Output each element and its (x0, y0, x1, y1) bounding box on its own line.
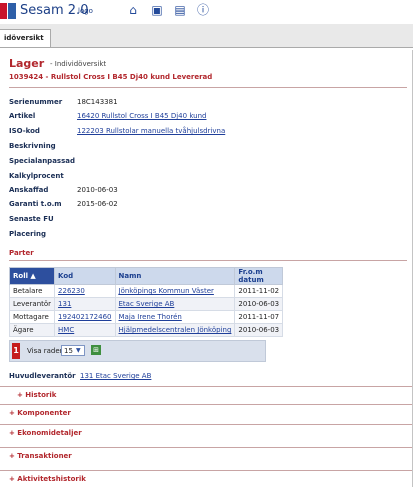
card-icon[interactable]: ▣ (150, 3, 164, 17)
field-label-iso-kod: ISO-kod (9, 127, 40, 135)
iso-kod-link[interactable]: 122203 Rullstolar manuella tvåhjulsdrivn… (77, 127, 225, 135)
app-logo-icon (0, 3, 16, 19)
export-excel-icon[interactable]: ⊞ (91, 345, 101, 355)
field-label-specialanpassad: Specialanpassad (9, 157, 75, 165)
parter-table: Roll ▲ Kod Namn Fr.o.m datum Betalare 22… (8, 267, 284, 337)
field-label-artikel: Artikel (9, 112, 36, 120)
field-label-placering: Placering (9, 230, 46, 238)
artikel-link[interactable]: 16420 Rullstol Cross I B45 Dj40 kund (77, 112, 206, 120)
logo-text: logo (78, 7, 93, 15)
column-header-namn[interactable]: Namn (114, 267, 236, 285)
cell-kod-link[interactable]: HMC (58, 326, 74, 334)
cell-roll: Mottagare (8, 310, 56, 324)
rows-per-page-select[interactable]: 15 ▼ (61, 345, 85, 356)
cell-namn-link[interactable]: Hjälpmedelscentralen Jönköping (119, 326, 232, 334)
column-header-roll[interactable]: Roll ▲ (8, 267, 56, 285)
cell-kod-link[interactable]: 226230 (58, 287, 85, 295)
field-label-senaste-fu: Senaste FU (9, 215, 54, 223)
field-label-anskaffad: Anskaffad (9, 186, 49, 194)
monitor-icon[interactable]: ▤ (173, 3, 187, 17)
table-row: Ägare HMC Hjälpmedelscentralen Jönköping… (8, 323, 284, 337)
section-transaktioner[interactable]: + Transaktioner (0, 447, 412, 463)
cell-datum: 2010-06-03 (234, 323, 284, 337)
section-aktivitetshistorik[interactable]: + Aktivitetshistorik (0, 470, 412, 487)
parter-heading: Parter (9, 249, 34, 257)
cell-kod-link[interactable]: 131 (58, 300, 71, 308)
page-subtitle: - Individöversikt (50, 60, 107, 68)
home-icon[interactable]: ⌂ (126, 3, 140, 17)
huvudleverantor-link[interactable]: 131 Etac Sverige AB (80, 372, 151, 380)
column-header-datum[interactable]: Fr.o.m datum (234, 267, 284, 285)
field-label-kalkylprocent: Kalkylprocent (9, 172, 64, 180)
page-number[interactable]: 1 (12, 343, 20, 359)
table-row: Betalare 226230 Jönköpings Kommun Väster… (8, 284, 284, 298)
field-label-garanti: Garanti t.o.m (9, 200, 62, 208)
table-row: Mottagare 192402172460 Maja Irene Thorén… (8, 310, 284, 324)
chevron-down-icon: ▼ (76, 347, 81, 354)
cell-kod-link[interactable]: 192402172460 (58, 313, 111, 321)
item-heading: 1039424 - Rullstol Cross I B45 Dj40 kund… (9, 73, 213, 81)
huvudleverantor-label: Huvudleverantör (9, 372, 76, 380)
cell-roll: Betalare (8, 284, 56, 298)
cell-datum: 2010-06-03 (234, 297, 284, 311)
page-title: Lager (9, 57, 45, 70)
field-value-serienummer: 18C143381 (77, 98, 118, 106)
top-bar: Sesam 2.0 logo ⌂ ▣ ▤ ⓘ (0, 0, 413, 22)
section-ekonomidetaljer[interactable]: + Ekonomidetaljer (0, 424, 412, 440)
tab-bar: idöversikt (0, 24, 413, 48)
table-footer: 1 Visa rader 15 ▼ ⊞ (9, 340, 266, 362)
field-label-serienummer: Serienummer (9, 98, 63, 106)
divider (9, 87, 407, 88)
divider (9, 260, 407, 261)
cell-namn-link[interactable]: Maja Irene Thorén (119, 313, 182, 321)
table-row: Leverantör 131 Etac Sverige AB 2010-06-0… (8, 297, 284, 311)
section-komponenter[interactable]: + Komponenter (0, 404, 412, 420)
help-icon[interactable]: ⓘ (196, 3, 210, 17)
cell-datum: 2011-11-02 (234, 284, 284, 298)
field-value-garanti: 2015-06-02 (77, 200, 118, 208)
field-value-anskaffad: 2010-06-03 (77, 186, 118, 194)
cell-namn-link[interactable]: Jönköpings Kommun Väster (119, 287, 214, 295)
cell-datum: 2011-11-07 (234, 310, 284, 324)
tab-individoversikt[interactable]: idöversikt (0, 29, 51, 47)
cell-namn-link[interactable]: Etac Sverige AB (119, 300, 175, 308)
cell-roll: Leverantör (8, 297, 56, 311)
rows-per-page-value: 15 (64, 347, 73, 355)
visa-rader-label: Visa rader (27, 347, 63, 355)
cell-roll: Ägare (8, 323, 56, 337)
section-historik[interactable]: + Historik (0, 386, 412, 402)
column-header-kod[interactable]: Kod (54, 267, 116, 285)
field-label-beskrivning: Beskrivning (9, 142, 56, 150)
